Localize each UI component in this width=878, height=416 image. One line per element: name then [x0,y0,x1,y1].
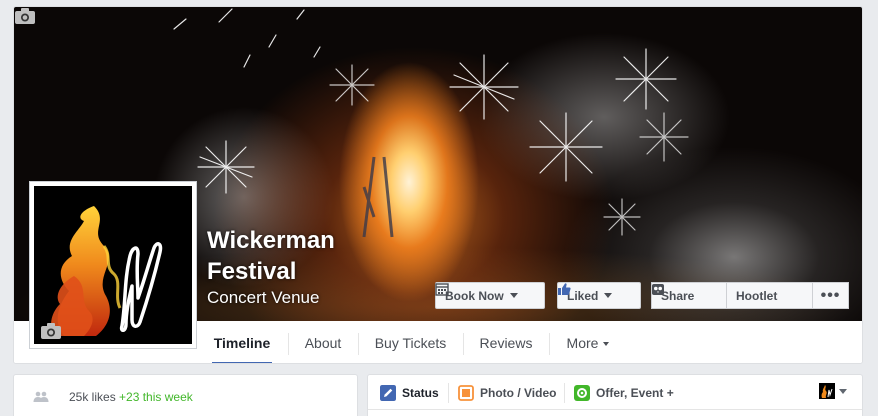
tab-buy-tickets[interactable]: Buy Tickets [369,321,452,363]
page-title[interactable]: Wickerman Festival [207,225,377,287]
liked-wrap: Liked [557,282,641,309]
book-now-label: Book Now [445,288,504,303]
tab-reviews[interactable]: Reviews [474,321,538,363]
post-composer: Status Photo / Video Offer, Event + [367,374,863,416]
secondary-actions: Share Hootlet ••• [651,282,849,309]
tab-more[interactable]: More [560,321,616,363]
composer-tab-photo-video[interactable]: Photo / Video [458,384,556,402]
tab-about[interactable]: About [299,321,347,363]
avatar[interactable] [819,383,835,399]
tab-divider [358,333,359,355]
hootlet-label: Hootlet [736,288,778,303]
composer-tab-offer-event[interactable]: Offer, Event + [574,384,674,402]
photo-video-label: Photo / Video [480,386,557,400]
composer-divider-line [368,409,862,410]
hootlet-owl-icon [652,284,664,295]
flame-logo-graphic [821,385,833,398]
people-icon [33,391,49,402]
camera-icon[interactable] [14,7,36,25]
profile-picture[interactable] [29,181,197,349]
page-header-card: Wickerman Festival Concert Venue Book No… [13,6,863,364]
chevron-down-icon [603,342,610,347]
likes-count: 25k likes [69,390,116,404]
flame-logo-graphic [51,206,163,336]
tab-timeline[interactable]: Timeline [212,321,272,363]
chevron-down-icon [604,293,613,298]
likes-this-week: +23 this week [119,390,193,404]
status-label: Status [402,386,439,400]
composer-divider [564,383,565,403]
share-label: Share [661,288,695,303]
profile-logo [34,186,192,344]
more-options-button[interactable]: ••• [813,282,849,309]
thumbs-up-icon [558,283,571,295]
chevron-down-icon[interactable] [839,389,847,394]
hootlet-button[interactable]: Hootlet [652,282,813,309]
likes-count-text[interactable]: 25k likes +23 this week [69,390,193,404]
page-category[interactable]: Concert Venue [207,288,319,308]
tab-divider [549,333,550,355]
tab-divider [463,333,464,355]
camera-icon[interactable] [40,322,62,340]
pencil-icon [380,385,396,401]
calendar-icon [435,283,449,296]
offer-event-label: Offer, Event + [596,386,674,400]
tab-divider [288,333,289,355]
liked-button[interactable]: Liked [557,282,641,309]
photo-icon [458,385,474,401]
composer-divider [448,383,449,403]
gear-icon [574,385,590,401]
tab-more-label: More [566,335,599,351]
book-now-button[interactable]: Book Now [435,282,545,309]
book-now-wrap: Book Now [435,282,545,309]
liked-label: Liked [567,288,599,303]
likes-summary-card: 25k likes +23 this week [13,374,358,416]
composer-tab-status[interactable]: Status [380,384,439,402]
chevron-down-icon [509,293,518,298]
